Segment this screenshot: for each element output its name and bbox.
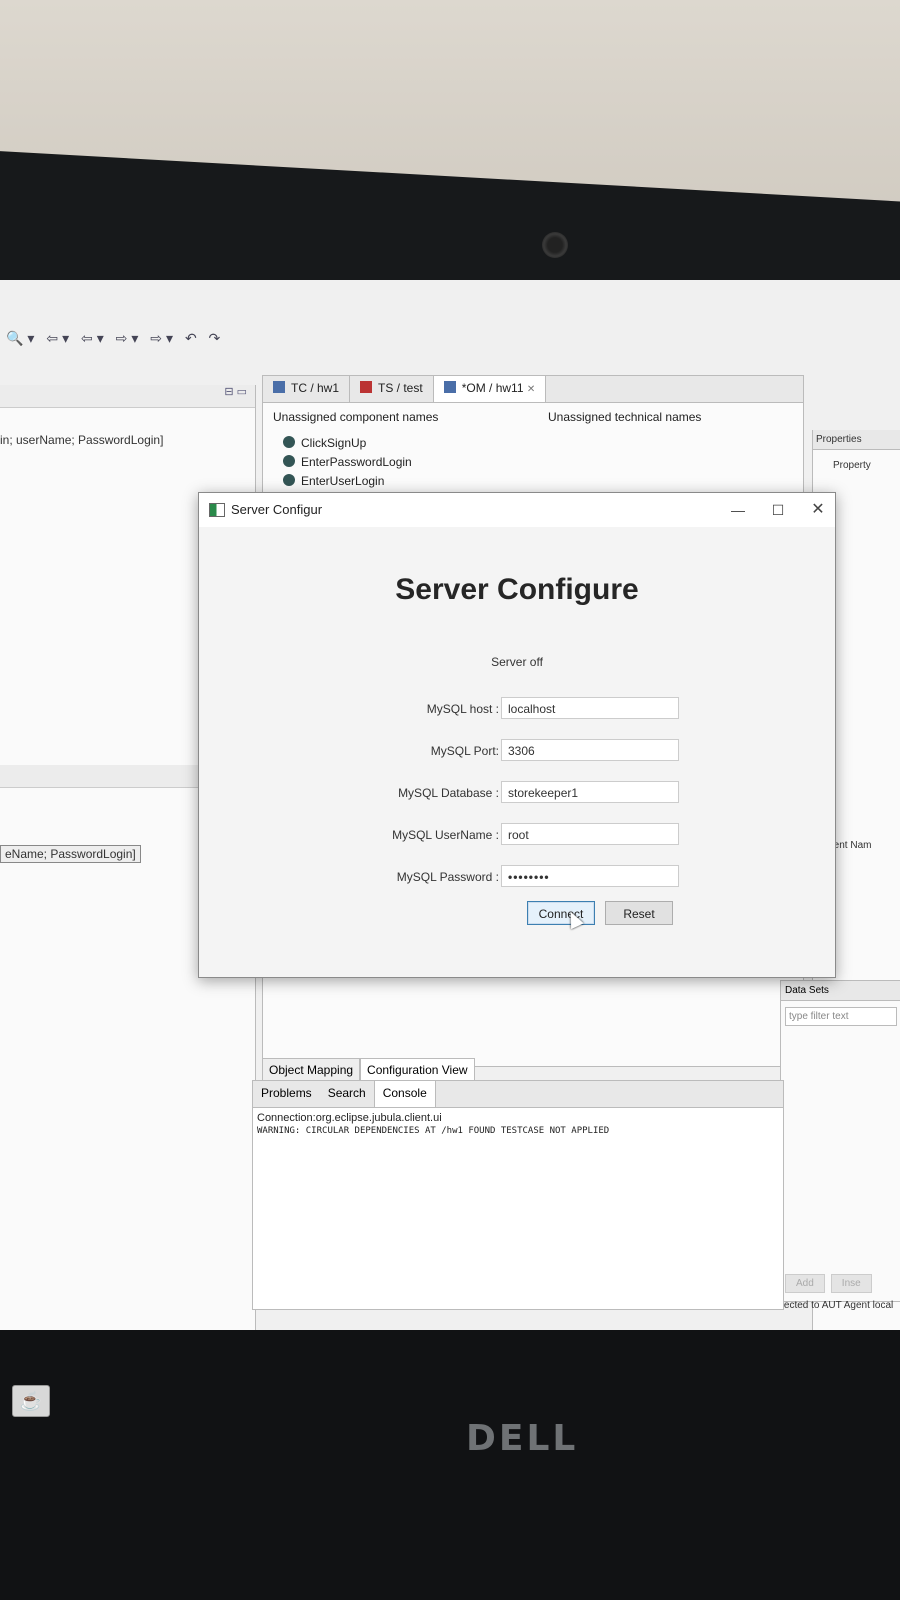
tab-console[interactable]: Console bbox=[373, 1081, 436, 1107]
tab-object-mapping[interactable]: Object Mapping bbox=[262, 1058, 361, 1082]
left-panel-text-top: in; userName; PasswordLogin] bbox=[0, 433, 164, 447]
add-button[interactable]: Add bbox=[785, 1274, 825, 1293]
dell-logo: DELL bbox=[466, 1418, 579, 1459]
dialog-window-title: Server Configur bbox=[231, 502, 323, 517]
webcam-icon bbox=[542, 232, 568, 258]
console-tabs: Problems Search Console bbox=[253, 1081, 783, 1108]
java-app-icon[interactable]: ☕ bbox=[12, 1385, 50, 1417]
tab-om-hw11[interactable]: *OM / hw11 ✕ bbox=[433, 376, 547, 402]
tab-search[interactable]: Search bbox=[320, 1081, 374, 1107]
dialog-heading: Server Configure bbox=[395, 573, 639, 606]
insert-button[interactable]: Inse bbox=[830, 1274, 872, 1293]
server-configure-dialog: Server Configur — ☐ ✕ Server Configure S… bbox=[198, 492, 836, 978]
tab-configuration-view[interactable]: Configuration View bbox=[360, 1058, 475, 1082]
mysql-port-input[interactable]: 3306 bbox=[501, 739, 679, 761]
server-status-text: Server off bbox=[491, 655, 543, 669]
mysql-username-row: MySQL UserName : bbox=[199, 823, 499, 847]
close-icon[interactable]: ✕ bbox=[527, 384, 535, 395]
property-column-header: Property bbox=[833, 460, 871, 471]
close-button[interactable]: ✕ bbox=[803, 499, 833, 521]
unassigned-component-names-header: Unassigned component names bbox=[273, 410, 439, 424]
connect-button[interactable]: Connect bbox=[527, 901, 595, 925]
list-item[interactable]: EnterUserLogin bbox=[283, 472, 412, 491]
testsuite-icon bbox=[360, 381, 373, 393]
monitor-bezel-bottom bbox=[0, 1330, 900, 1600]
mysql-password-input[interactable]: •••••••• bbox=[501, 865, 679, 887]
dialog-titlebar[interactable]: Server Configur — ☐ ✕ bbox=[199, 493, 835, 527]
component-icon bbox=[283, 474, 295, 486]
tab-ts-test[interactable]: TS / test bbox=[350, 376, 434, 402]
left-panel-toolbar[interactable]: ⊟ ▭ bbox=[0, 385, 255, 408]
editor-tabs: TC / hw1 TS / test *OM / hw11 ✕ bbox=[263, 376, 803, 403]
eclipse-toolbar[interactable]: 🔍▾ ⇦▾ ⇦▾ ⇨▾ ⇨▾ ↶ ↷ bbox=[0, 330, 306, 360]
mysql-username-label: MySQL UserName : bbox=[392, 828, 499, 842]
component-icon bbox=[283, 436, 295, 448]
mysql-password-row: MySQL Password : bbox=[199, 865, 499, 889]
component-list: ClickSignUp EnterPasswordLogin EnterUser… bbox=[283, 434, 412, 491]
tab-data-sets[interactable]: Data Sets bbox=[781, 981, 900, 1001]
mysql-username-input[interactable]: root bbox=[501, 823, 679, 845]
mysql-host-input[interactable]: localhost bbox=[501, 697, 679, 719]
mysql-database-label: MySQL Database : bbox=[398, 786, 499, 800]
minimize-button[interactable]: — bbox=[723, 499, 753, 521]
mysql-database-row: MySQL Database : bbox=[199, 781, 499, 805]
object-mapping-icon bbox=[443, 381, 456, 393]
mysql-password-label: MySQL Password : bbox=[396, 870, 499, 884]
tab-properties[interactable]: Properties bbox=[813, 430, 900, 450]
mysql-host-label: MySQL host : bbox=[426, 702, 499, 716]
component-icon bbox=[283, 455, 295, 467]
testcase-icon bbox=[273, 381, 285, 393]
app-icon bbox=[209, 503, 225, 517]
tab-problems[interactable]: Problems bbox=[253, 1081, 320, 1107]
console-panel: Problems Search Console Connection:org.e… bbox=[252, 1080, 784, 1310]
console-line: Connection:org.eclipse.jubula.client.ui bbox=[257, 1112, 442, 1124]
reset-button[interactable]: Reset bbox=[605, 901, 673, 925]
left-panel-text-bottom[interactable]: eName; PasswordLogin] bbox=[0, 845, 141, 863]
list-item[interactable]: ClickSignUp bbox=[283, 434, 412, 453]
data-sets-panel: Data Sets type filter text Add Inse bbox=[780, 980, 900, 1302]
unassigned-technical-names-header: Unassigned technical names bbox=[548, 410, 702, 424]
mysql-database-input[interactable]: storekeeper1 bbox=[501, 781, 679, 803]
maximize-button[interactable]: ☐ bbox=[763, 499, 793, 521]
list-item[interactable]: EnterPasswordLogin bbox=[283, 453, 412, 472]
mysql-host-row: MySQL host : bbox=[199, 697, 499, 721]
mysql-port-label: MySQL Port: bbox=[430, 744, 499, 758]
mysql-port-row: MySQL Port: bbox=[199, 739, 499, 763]
filter-input[interactable]: type filter text bbox=[785, 1007, 897, 1026]
tab-tc-hw1[interactable]: TC / hw1 bbox=[263, 376, 351, 402]
editor-bottom-tabs: Object Mapping Configuration View bbox=[262, 1058, 475, 1082]
console-line: WARNING: CIRCULAR DEPENDENCIES AT /hw1 F… bbox=[257, 1126, 610, 1136]
